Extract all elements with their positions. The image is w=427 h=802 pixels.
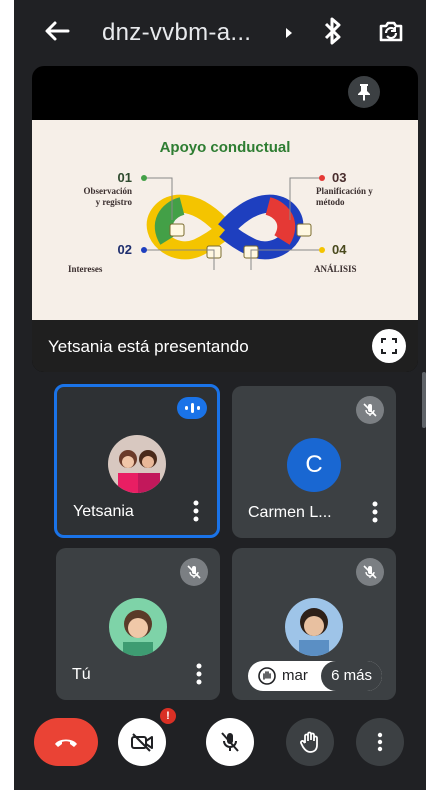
participant-name: Yetsania bbox=[73, 503, 134, 520]
slide-item-label: y registro bbox=[96, 197, 133, 207]
slide-item-label: método bbox=[316, 197, 345, 207]
avatar: C bbox=[287, 438, 341, 492]
more-vert-icon[interactable] bbox=[372, 501, 378, 523]
slide-item-label: Intereses bbox=[68, 264, 103, 274]
mute-indicator bbox=[356, 396, 384, 424]
bullet-dot bbox=[319, 175, 325, 181]
more-vert-icon[interactable] bbox=[196, 663, 202, 685]
more-participants-pill[interactable]: mar 6 más bbox=[248, 661, 382, 691]
mic-off-icon bbox=[363, 403, 377, 417]
pin-icon bbox=[358, 84, 370, 101]
slide-title: Apoyo conductual bbox=[160, 139, 291, 156]
meet-call-screen: dnz-vvbm-a... Apoyo conductual 01 Observ… bbox=[14, 0, 426, 790]
presenter-bar: Yetsania está presentando bbox=[32, 320, 418, 372]
mic-off-icon bbox=[187, 565, 201, 579]
node-icon bbox=[296, 223, 312, 237]
switch-camera-icon[interactable] bbox=[376, 17, 406, 45]
bullet-dot bbox=[141, 175, 147, 181]
raise-hand-icon bbox=[258, 667, 276, 685]
slide-item-label: ANÁLISIS bbox=[314, 264, 357, 274]
mic-off-icon bbox=[363, 565, 377, 579]
avatar bbox=[109, 598, 167, 656]
slide-graphic: Apoyo conductual 01 Observación y regist… bbox=[68, 139, 373, 274]
slide-item-number: 04 bbox=[332, 242, 347, 257]
call-controls bbox=[14, 718, 426, 774]
fullscreen-button[interactable] bbox=[372, 329, 406, 363]
presentation-area[interactable]: Apoyo conductual 01 Observación y regist… bbox=[32, 66, 418, 372]
raise-hand-button[interactable] bbox=[286, 718, 334, 766]
camera-off-icon bbox=[131, 733, 153, 752]
slide-item-label: Observación bbox=[84, 186, 133, 196]
slide-item-number: 02 bbox=[118, 242, 132, 257]
chevron-right-icon[interactable] bbox=[284, 26, 294, 40]
top-bar: dnz-vvbm-a... bbox=[14, 0, 426, 62]
speaking-indicator bbox=[177, 397, 207, 419]
scrollbar[interactable] bbox=[422, 372, 426, 428]
slide-item-number: 03 bbox=[332, 170, 346, 185]
end-call-button[interactable] bbox=[34, 718, 98, 766]
camera-toggle-button[interactable] bbox=[118, 718, 166, 766]
mute-indicator bbox=[356, 558, 384, 586]
slide-item-number: 01 bbox=[118, 170, 132, 185]
fullscreen-icon bbox=[381, 338, 397, 354]
participant-tile[interactable]: C Carmen L... bbox=[232, 386, 396, 538]
avatar bbox=[285, 598, 343, 656]
presenter-label: Yetsania está presentando bbox=[48, 337, 249, 356]
mic-off-icon bbox=[221, 732, 239, 752]
pin-button[interactable] bbox=[348, 76, 380, 108]
participant-tile[interactable]: Tú bbox=[56, 548, 220, 700]
camera-notification-badge: ! bbox=[160, 708, 176, 724]
end-call-icon bbox=[55, 739, 77, 747]
participant-name: Carmen L... bbox=[248, 504, 332, 521]
more-vert-icon[interactable] bbox=[193, 500, 199, 522]
infinity-right-red bbox=[264, 197, 296, 245]
participant-tile[interactable]: mar 6 más bbox=[232, 548, 396, 700]
raise-hand-icon bbox=[300, 731, 318, 753]
meeting-title[interactable]: dnz-vvbm-a... bbox=[102, 19, 251, 47]
participant-name: Tú bbox=[72, 666, 91, 683]
more-vert-icon bbox=[377, 732, 383, 752]
bullet-dot bbox=[141, 247, 147, 253]
node-icon bbox=[169, 223, 185, 237]
more-participants-count[interactable]: 6 más bbox=[321, 661, 382, 691]
back-arrow-icon[interactable] bbox=[42, 16, 72, 46]
bluetooth-icon[interactable] bbox=[322, 16, 344, 46]
participant-name: mar bbox=[282, 667, 308, 684]
bullet-dot bbox=[319, 247, 325, 253]
shared-slide: Apoyo conductual 01 Observación y regist… bbox=[32, 120, 418, 320]
slide-item-label: Planificación y bbox=[316, 186, 373, 196]
mute-indicator bbox=[180, 558, 208, 586]
avatar bbox=[108, 435, 166, 493]
more-options-button[interactable] bbox=[356, 718, 404, 766]
microphone-toggle-button[interactable] bbox=[206, 718, 254, 766]
participant-tile[interactable]: Yetsania bbox=[54, 384, 220, 538]
